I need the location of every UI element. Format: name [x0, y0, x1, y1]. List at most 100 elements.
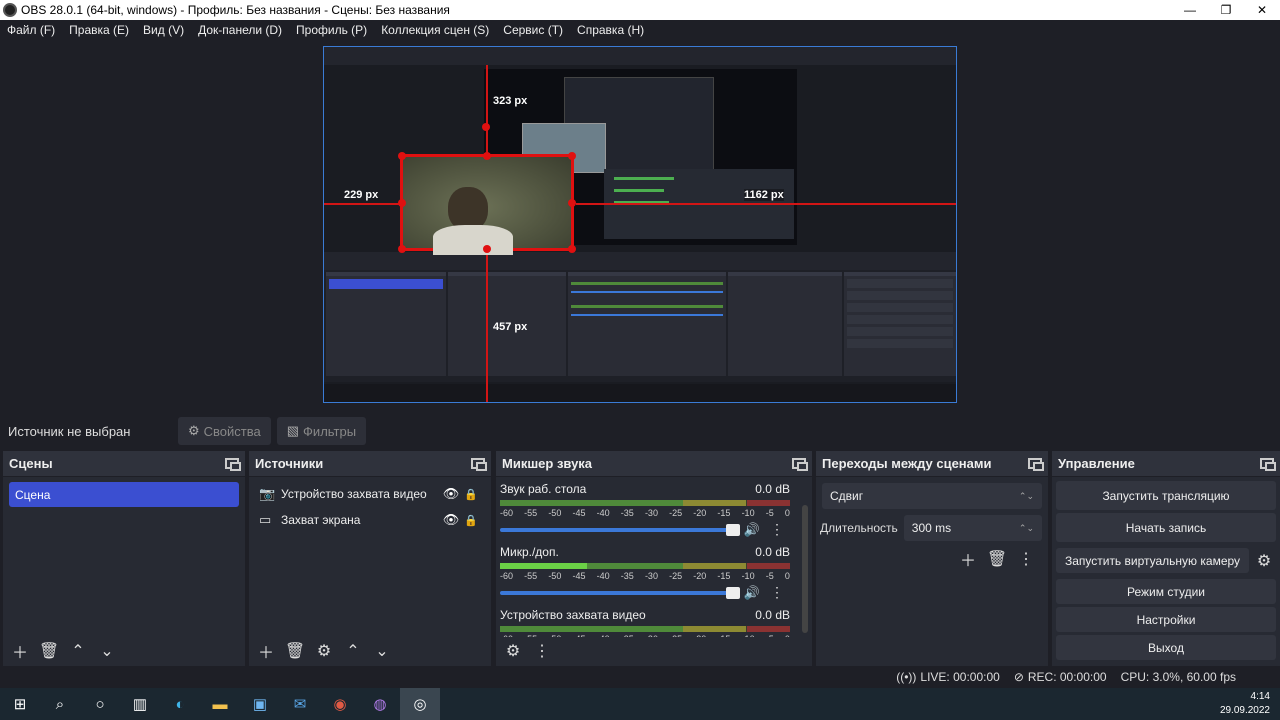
source-item-screen-capture[interactable]: ▭ Захват экрана 👁 🔒 [249, 507, 491, 533]
visibility-eye-icon[interactable]: 👁 [441, 486, 461, 502]
properties-button[interactable]: ⚙ Свойства [178, 417, 271, 445]
mixer-menu-button[interactable]: ⋮ [529, 639, 555, 663]
spin-arrows-icon[interactable]: ⌃⌄ [1019, 523, 1034, 534]
menu-help[interactable]: Справка (H) [570, 23, 651, 37]
clock-time: 4:14 [1250, 691, 1270, 702]
mixer-scrollbar[interactable] [802, 505, 808, 633]
move-scene-down-button[interactable]: ⌄ [94, 639, 120, 663]
remove-source-button[interactable]: 🗑 [282, 639, 308, 663]
sources-dock: Источники 📷 Устройство захвата видео 👁 🔒… [249, 451, 491, 666]
duration-spinbox[interactable]: 300 ms ⌃⌄ [903, 515, 1042, 541]
remove-scene-button[interactable]: 🗑 [36, 639, 62, 663]
add-scene-button[interactable]: ＋ [7, 639, 33, 663]
volume-slider[interactable] [500, 586, 740, 599]
virtual-camera-gear-icon[interactable]: ⚙ [1251, 549, 1277, 573]
chrome-icon[interactable]: ◉ [320, 688, 360, 720]
undock-icon[interactable] [1260, 458, 1276, 471]
windows-start-icon[interactable]: ⊞ [0, 688, 40, 720]
resize-handle[interactable] [483, 152, 491, 160]
guide-bottom-label: 457 px [493, 321, 528, 333]
task-view-icon[interactable]: ▥ [120, 688, 160, 720]
resize-handle[interactable] [568, 152, 576, 160]
undock-icon[interactable] [471, 458, 487, 471]
visibility-eye-icon[interactable]: 👁 [441, 512, 461, 528]
nested-transitions-dock [728, 272, 842, 376]
live-status: LIVE: 00:00:00 [920, 670, 1000, 684]
mixer-toolbar: ⚙ ⋮ [496, 636, 812, 666]
file-explorer-icon[interactable]: ▬ [200, 688, 240, 720]
undock-icon[interactable] [792, 458, 808, 471]
close-button[interactable]: ✕ [1244, 0, 1280, 20]
menu-file[interactable]: Файл (F) [0, 23, 62, 37]
lock-icon[interactable]: 🔒 [461, 514, 481, 527]
resize-handle[interactable] [398, 152, 406, 160]
nested-mixer-dock [568, 272, 726, 376]
minimize-button[interactable]: — [1172, 0, 1208, 20]
edge-icon[interactable]: ◐ [160, 688, 200, 720]
start-virtual-camera-button[interactable]: Запустить виртуальную камеру [1056, 548, 1249, 573]
channel-name: Микр./доп. [500, 545, 559, 559]
resize-handle[interactable] [568, 245, 576, 253]
volume-slider[interactable] [500, 523, 740, 536]
lock-icon[interactable]: 🔒 [461, 488, 481, 501]
add-transition-button[interactable]: ＋ [955, 547, 981, 571]
window-title: OBS 28.0.1 (64-bit, windows) - Профиль: … [21, 3, 450, 17]
menu-tools[interactable]: Сервис (T) [496, 23, 570, 37]
start-recording-button[interactable]: Начать запись [1056, 513, 1276, 542]
scene-item[interactable]: Сцена [9, 482, 239, 507]
menu-profile[interactable]: Профиль (P) [289, 23, 374, 37]
transition-select[interactable]: Сдвиг ⌃⌄ [822, 483, 1042, 509]
controls-title: Управление [1058, 456, 1135, 471]
menu-scene-collection[interactable]: Коллекция сцен (S) [374, 23, 496, 37]
channel-menu-button[interactable]: ⋮ [764, 521, 790, 538]
settings-button[interactable]: Настройки [1056, 607, 1276, 632]
maximize-button[interactable]: ❐ [1208, 0, 1244, 20]
volume-meter [500, 563, 790, 569]
selected-camera-source[interactable] [398, 152, 576, 255]
source-properties-button[interactable]: ⚙ [311, 639, 337, 663]
scenes-title: Сцены [9, 456, 53, 471]
speaker-icon[interactable]: 🔊 [740, 585, 764, 601]
transition-menu-button[interactable]: ⋮ [1013, 547, 1039, 571]
discord-icon[interactable]: ◍ [360, 688, 400, 720]
rotation-handle[interactable] [482, 123, 490, 131]
move-source-up-button[interactable]: ⌃ [340, 639, 366, 663]
cortana-icon[interactable]: ○ [80, 688, 120, 720]
filters-button[interactable]: ▧ Фильтры [276, 417, 367, 445]
resize-handle[interactable] [568, 199, 576, 207]
studio-mode-button[interactable]: Режим студии [1056, 579, 1276, 604]
meter-scale: -60-55-50-45-40-35-30-25-20-15-10-50 [500, 571, 790, 581]
source-label: Устройство захвата видео [281, 487, 427, 501]
undock-icon[interactable] [1028, 458, 1044, 471]
resize-handle[interactable] [398, 199, 406, 207]
scenes-toolbar: ＋ 🗑 ⌃ ⌄ [3, 636, 245, 666]
store-icon[interactable]: ▣ [240, 688, 280, 720]
source-item-video-capture[interactable]: 📷 Устройство захвата видео 👁 🔒 [249, 481, 491, 507]
start-streaming-button[interactable]: Запустить трансляцию [1056, 481, 1276, 510]
resize-handle[interactable] [398, 245, 406, 253]
menu-bar: Файл (F) Правка (E) Вид (V) Док-панели (… [0, 20, 1280, 40]
menu-edit[interactable]: Правка (E) [62, 23, 136, 37]
exit-button[interactable]: Выход [1056, 635, 1276, 660]
mail-icon[interactable]: ✉ [280, 688, 320, 720]
obs-taskbar-icon[interactable]: ◎ [400, 688, 440, 720]
speaker-icon[interactable]: 🔊 [740, 522, 764, 538]
monitor-icon: ▭ [259, 512, 272, 527]
menu-docks[interactable]: Док-панели (D) [191, 23, 289, 37]
search-icon[interactable]: ⌕ [40, 688, 80, 720]
move-scene-up-button[interactable]: ⌃ [65, 639, 91, 663]
advanced-audio-gear-icon[interactable]: ⚙ [500, 639, 526, 663]
mixer-dock: Микшер звука Звук раб. стола 0.0 dB -60-… [496, 451, 812, 666]
system-clock[interactable]: 4:14 29.09.2022 [1220, 690, 1270, 718]
channel-menu-button[interactable]: ⋮ [764, 584, 790, 601]
move-source-down-button[interactable]: ⌄ [369, 639, 395, 663]
duration-label: Длительность [820, 521, 898, 535]
channel-name: Звук раб. стола [500, 482, 587, 496]
undock-icon[interactable] [225, 458, 241, 471]
remove-transition-button[interactable]: 🗑 [984, 547, 1010, 571]
preview-canvas[interactable]: 323 px 229 px 1162 px 457 px [323, 46, 957, 403]
controls-dock: Управление Запустить трансляцию Начать з… [1052, 451, 1280, 666]
resize-handle[interactable] [483, 245, 491, 253]
add-source-button[interactable]: ＋ [253, 639, 279, 663]
menu-view[interactable]: Вид (V) [136, 23, 191, 37]
